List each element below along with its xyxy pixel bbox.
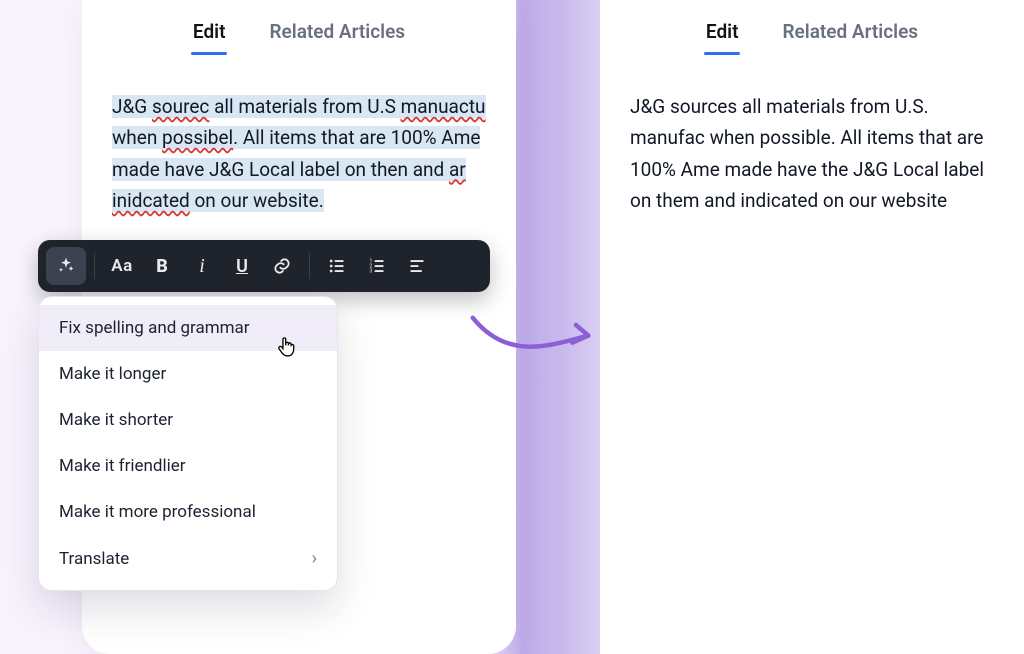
tab-bar-left: Edit Related Articles <box>82 0 516 63</box>
misspelling: inidcated <box>112 189 190 212</box>
misspelling: possibel <box>162 126 233 149</box>
editor-body-before[interactable]: J&G sourec all materials from U.S manuac… <box>82 63 516 216</box>
comparison-stage: Edit Related Articles J&G sourec all mat… <box>0 0 1024 654</box>
formatting-toolbar: Aa B i U 1 2 3 <box>38 240 490 292</box>
chevron-right-icon: › <box>312 548 317 569</box>
pointer-cursor-icon <box>274 334 300 360</box>
tab-related-articles[interactable]: Related Articles <box>267 14 407 53</box>
menu-item-make-friendlier[interactable]: Make it friendlier <box>39 443 337 489</box>
editor-panel-after: Edit Related Articles J&G sources all ma… <box>600 0 1024 654</box>
bullet-list-button[interactable] <box>318 247 356 285</box>
tab-edit[interactable]: Edit <box>704 14 741 53</box>
toolbar-separator <box>309 253 310 279</box>
svg-text:3: 3 <box>370 269 373 275</box>
bullet-list-icon <box>327 256 347 276</box>
align-left-icon <box>407 256 427 276</box>
menu-item-translate[interactable]: Translate › <box>39 535 337 582</box>
toolbar-separator <box>94 253 95 279</box>
misspelling: manuactu <box>401 95 486 118</box>
ai-sparkle-button[interactable] <box>46 247 86 285</box>
tab-edit[interactable]: Edit <box>191 14 228 53</box>
numbered-list-icon: 1 2 3 <box>367 256 387 276</box>
selected-text: J&G sourec all materials from U.S manuac… <box>112 95 486 212</box>
font-case-button[interactable]: Aa <box>103 247 141 285</box>
link-icon <box>272 256 292 276</box>
tab-related-articles[interactable]: Related Articles <box>780 14 920 53</box>
bold-button[interactable]: B <box>143 247 181 285</box>
link-button[interactable] <box>263 247 301 285</box>
italic-button[interactable]: i <box>183 247 221 285</box>
numbered-list-button[interactable]: 1 2 3 <box>358 247 396 285</box>
transition-arrow-icon <box>460 300 610 380</box>
editor-body-after[interactable]: J&G sources all materials from U.S. manu… <box>600 63 1024 216</box>
tab-bar-right: Edit Related Articles <box>600 0 1024 63</box>
sparkle-icon <box>56 256 76 276</box>
menu-item-make-shorter[interactable]: Make it shorter <box>39 397 337 443</box>
underline-button[interactable]: U <box>223 247 261 285</box>
align-button[interactable] <box>398 247 436 285</box>
misspelling: ar <box>449 158 466 181</box>
misspelling: sourec <box>152 95 209 118</box>
menu-item-make-professional[interactable]: Make it more professional <box>39 489 337 535</box>
